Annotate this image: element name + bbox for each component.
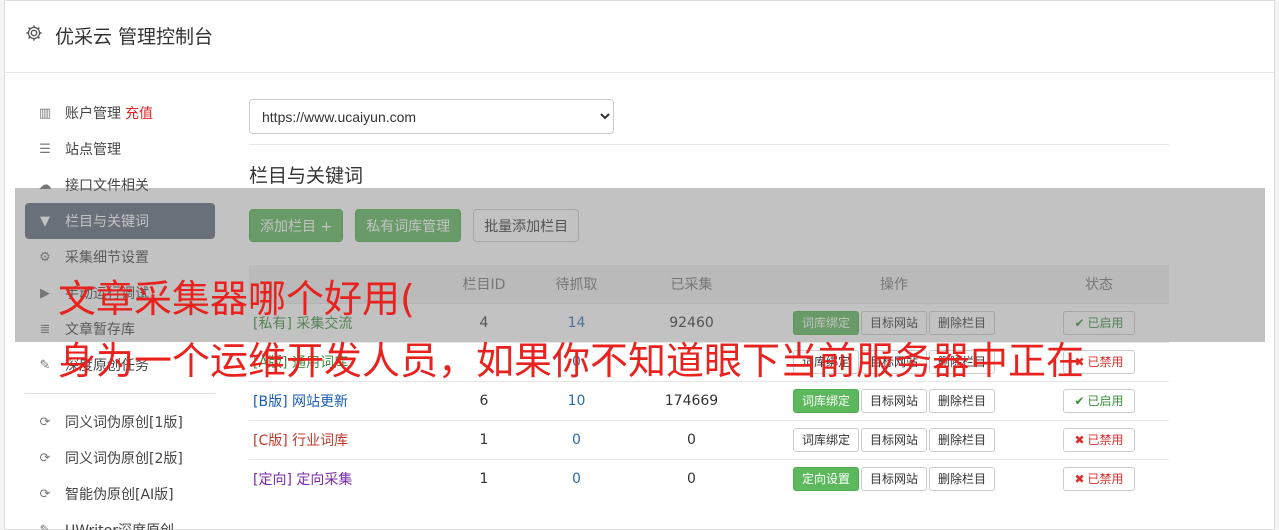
server-icon: ☰ — [39, 141, 51, 157]
sidebar-item-label: 账户管理 — [65, 106, 121, 122]
cell-collected: 174669 — [624, 380, 759, 420]
status-toggle[interactable]: ✖ 已禁用 — [1063, 466, 1135, 491]
table-row: [B版] 网站更新 6 10 174669 词库绑定 目标网站 删除栏目 ✔ 已启用 — [249, 380, 1169, 420]
cell-pending: 0 — [529, 458, 624, 498]
cell-name: [B版] 网站更新 — [249, 380, 439, 420]
sidebar-item[interactable]: ⟳ 智能伪原创[AI版] — [25, 476, 215, 512]
sidebar-item-label: 同义词伪原创[1版] — [65, 415, 183, 431]
edit-icon: ✎ — [39, 522, 51, 530]
cell-actions: 定向设置 目标网站 删除栏目 — [759, 458, 1029, 498]
cell-id: 6 — [439, 380, 529, 420]
delete-column-button[interactable]: 删除栏目 — [929, 427, 996, 452]
refresh-icon: ⟳ — [39, 450, 51, 466]
bind-lib-button[interactable]: 词库绑定 — [792, 388, 859, 413]
x-icon: ✖ — [1074, 471, 1085, 486]
delete-column-button[interactable]: 删除栏目 — [929, 466, 996, 491]
section-title: 栏目与关键词 — [249, 165, 364, 187]
edit-icon: ✎ — [39, 357, 51, 373]
sidebar-item[interactable]: ✎ UWriter深度原创 — [25, 512, 215, 530]
app-title: 优采云 管理控制台 — [55, 26, 214, 48]
column-tag: [定向] — [253, 471, 292, 488]
sidebar-item[interactable]: ☰ 站点管理 — [25, 131, 215, 167]
column-name[interactable]: 网站更新 — [292, 394, 348, 410]
status-label: 已启用 — [1087, 394, 1124, 408]
cell-name: [C版] 行业词库 — [249, 419, 439, 459]
cell-collected: 0 — [624, 458, 759, 498]
cell-actions: 词库绑定 目标网站 删除栏目 — [759, 419, 1029, 459]
cell-id: 1 — [439, 419, 529, 459]
target-site-button[interactable]: 目标网站 — [860, 388, 927, 413]
cell-status: ✔ 已启用 — [1029, 380, 1169, 420]
table-row: [定向] 定向采集 1 0 0 定向设置 目标网站 删除栏目 ✖ 已禁用 — [249, 458, 1169, 498]
status-toggle[interactable]: ✖ 已禁用 — [1063, 427, 1135, 452]
x-icon: ✖ — [1074, 432, 1085, 447]
column-tag: [C版] — [253, 432, 288, 449]
status-label: 已禁用 — [1087, 355, 1124, 369]
status-toggle[interactable]: ✔ 已启用 — [1063, 388, 1135, 413]
divider — [249, 144, 1169, 145]
sidebar-item[interactable]: ⟳ 同义词伪原创[2版] — [25, 440, 215, 476]
overlay-heading: 文章采集器哪个好用( — [58, 277, 415, 321]
cell-status: ✖ 已禁用 — [1029, 419, 1169, 459]
cell-status: ✖ 已禁用 — [1029, 458, 1169, 498]
refresh-icon: ⟳ — [39, 414, 51, 430]
sidebar-item-label: 站点管理 — [65, 142, 121, 158]
cell-name: [定向] 定向采集 — [249, 458, 439, 498]
delete-column-button[interactable]: 删除栏目 — [929, 388, 996, 413]
main-content: https://www.ucaiyun.com 栏目与关键词 添加栏目 + 私有… — [249, 99, 1169, 498]
target-site-button[interactable]: 目标网站 — [860, 466, 927, 491]
gear-icon — [26, 25, 42, 41]
sidebar-item-label: 智能伪原创[AI版] — [65, 487, 174, 503]
status-label: 已禁用 — [1087, 472, 1124, 487]
top-bar: 优采云 管理控制台 — [5, 1, 1274, 73]
sidebar-item-label: UWriter深度原创 — [65, 520, 174, 530]
site-select[interactable]: https://www.ucaiyun.com — [249, 99, 614, 134]
bind-lib-button[interactable]: 词库绑定 — [792, 427, 859, 452]
status-label: 已禁用 — [1087, 433, 1124, 447]
bar-chart-icon: ▥ — [38, 105, 52, 121]
bind-lib-button[interactable]: 定向设置 — [792, 466, 859, 491]
column-name[interactable]: 定向采集 — [296, 472, 352, 488]
cell-pending: 0 — [529, 419, 624, 459]
refresh-icon: ⟳ — [39, 486, 51, 502]
cell-pending: 10 — [529, 380, 624, 420]
column-name[interactable]: 行业词库 — [292, 433, 348, 449]
cell-collected: 0 — [624, 419, 759, 459]
cell-id: 1 — [439, 458, 529, 498]
sidebar-item-label: 同义词伪原创[2版] — [65, 451, 183, 467]
column-tag: [B版] — [253, 393, 288, 410]
sidebar-item[interactable]: ⟳ 同义词伪原创[1版] — [25, 404, 215, 440]
table-row: [C版] 行业词库 1 0 0 词库绑定 目标网站 删除栏目 ✖ 已禁用 — [249, 419, 1169, 459]
sidebar-item[interactable]: ▥ 账户管理 充值 — [25, 95, 215, 131]
sidebar-divider — [25, 393, 215, 394]
cell-actions: 词库绑定 目标网站 删除栏目 — [759, 380, 1029, 420]
check-icon: ✔ — [1074, 393, 1085, 408]
recharge-link[interactable]: 充值 — [125, 103, 153, 123]
target-site-button[interactable]: 目标网站 — [860, 427, 927, 452]
overlay-subtitle: 身为一个运维开发人员，如果你不知道眼下当前服务器中正在 — [58, 339, 1085, 383]
